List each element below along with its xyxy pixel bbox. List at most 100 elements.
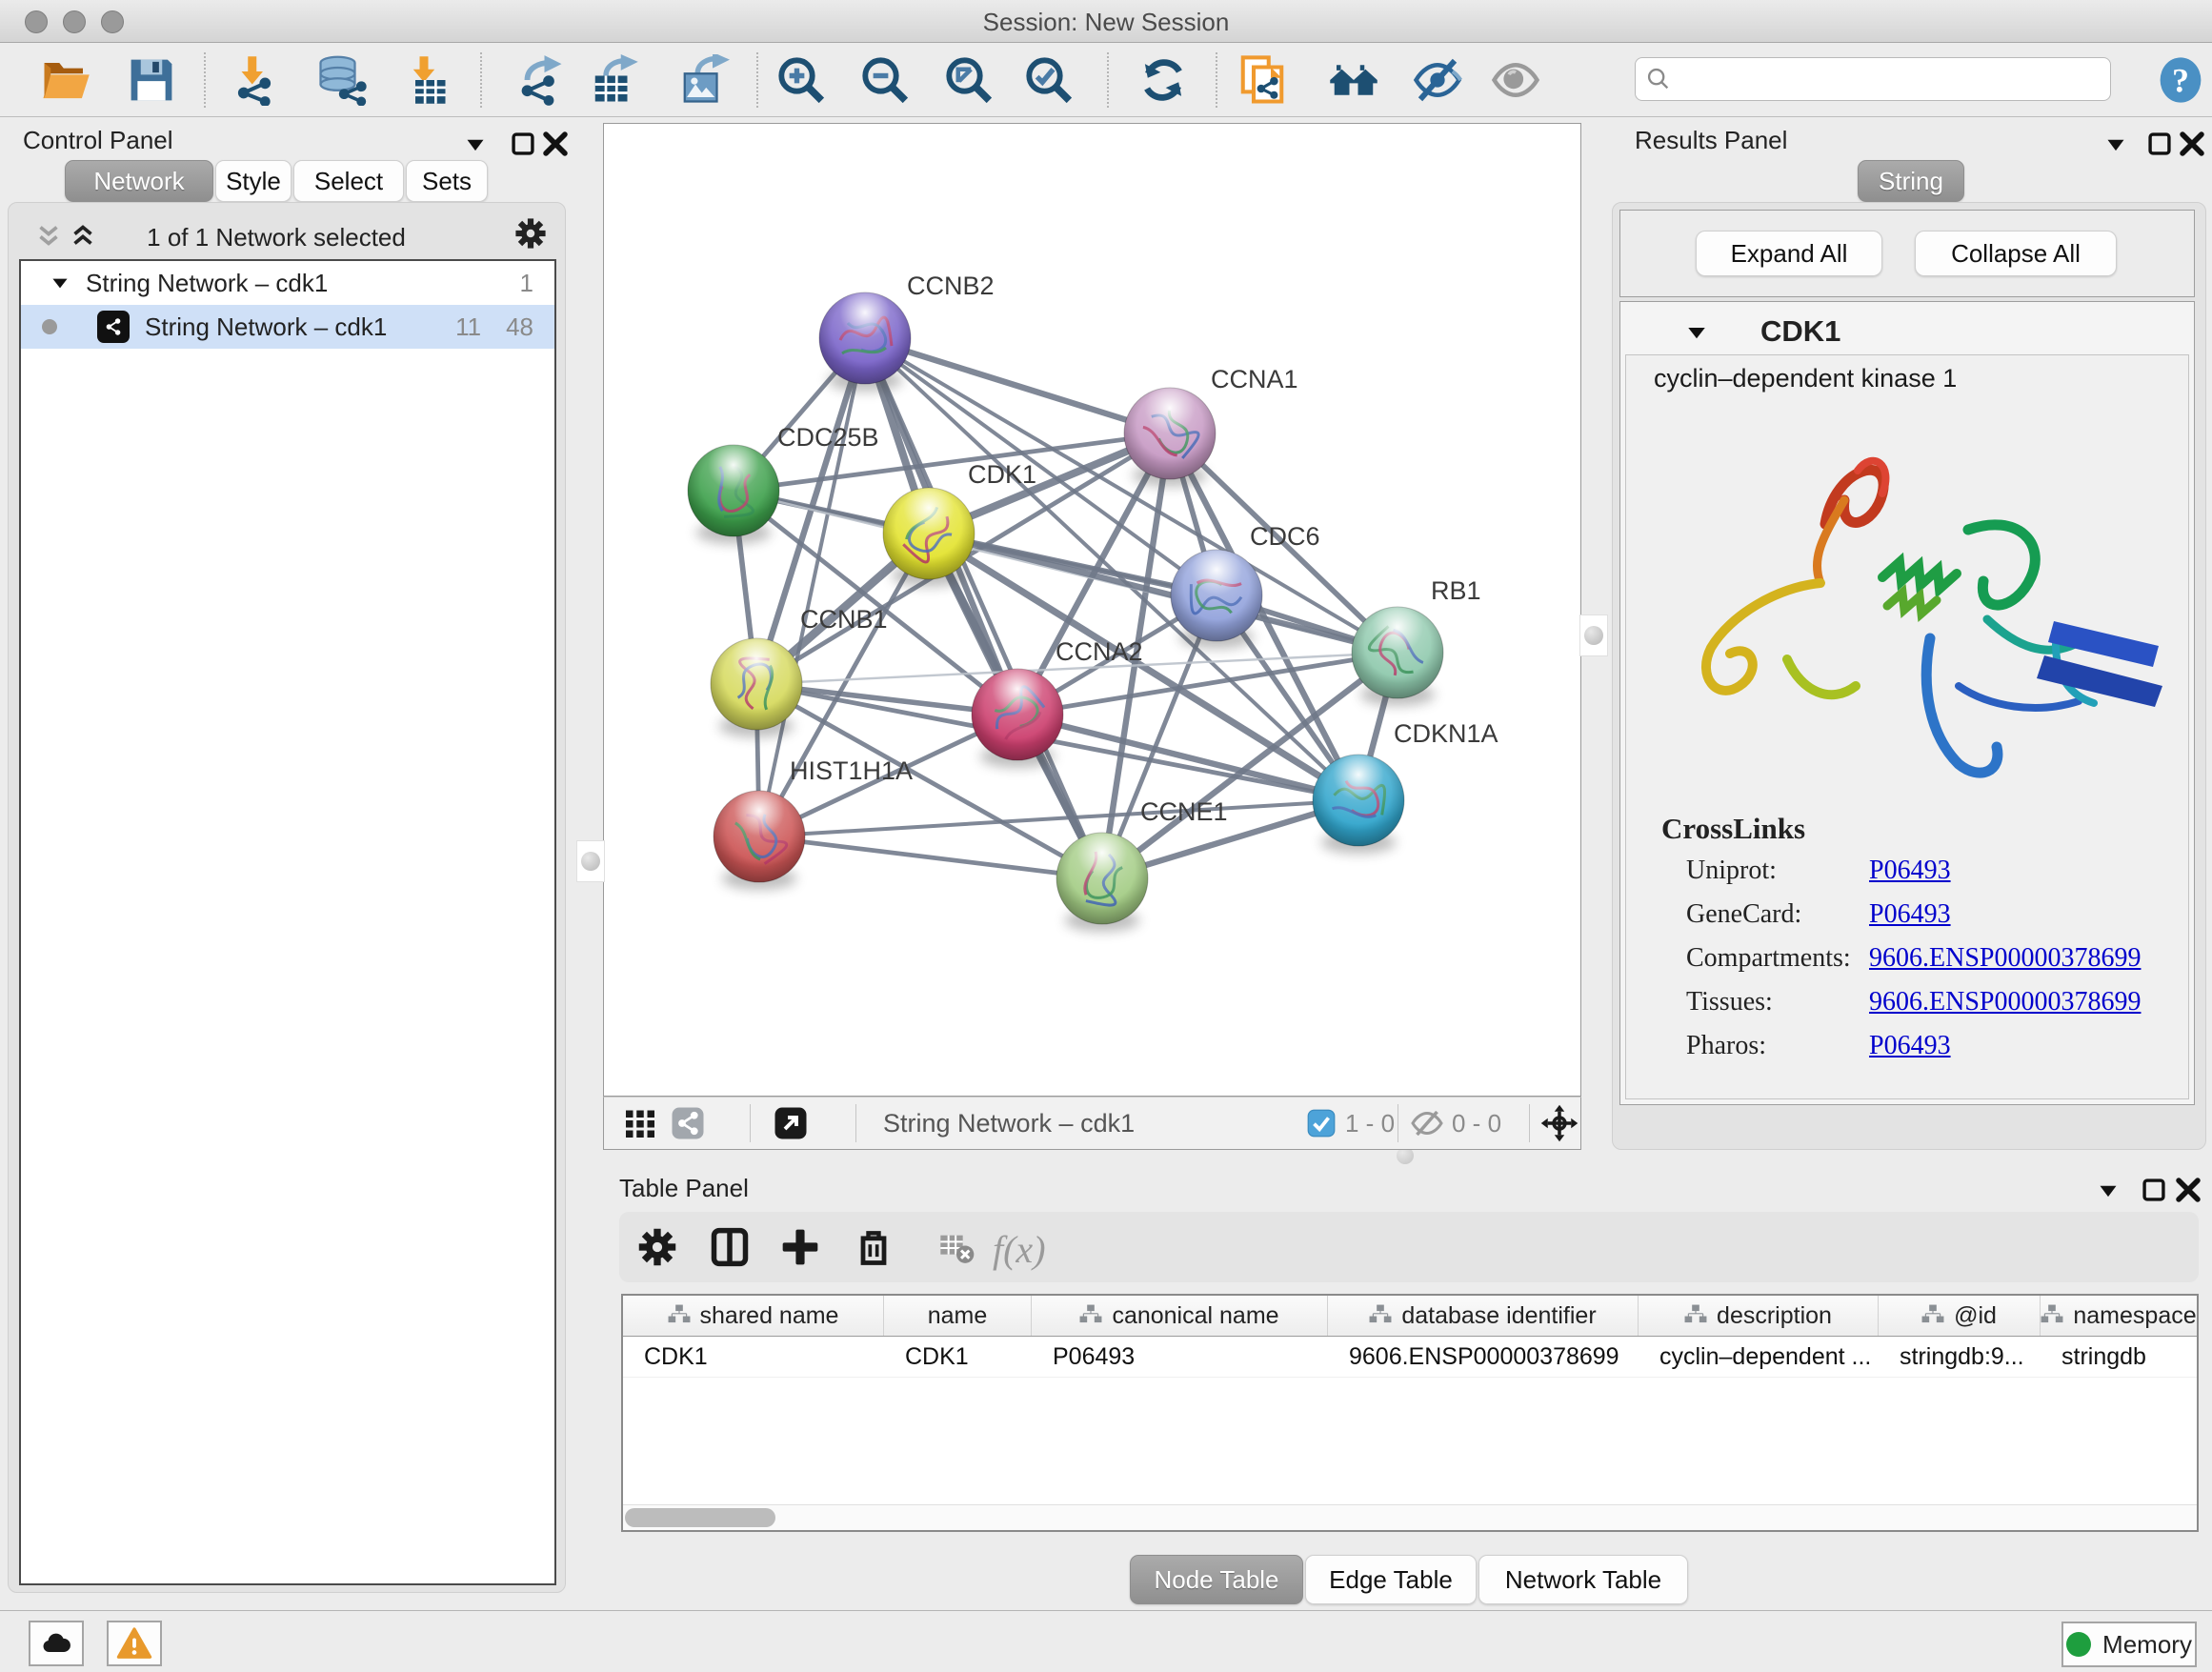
network-canvas[interactable]: CCNB2CCNA1CDC25BCDK1CDC6RB1CCNB1CCNA2CDK… [603,123,1581,1097]
collection-expand-icon[interactable] [48,271,72,295]
search-input[interactable] [1672,65,2101,93]
tab-node-table[interactable]: Node Table [1130,1555,1303,1604]
grid-mode-icon[interactable] [623,1106,657,1140]
network-node[interactable] [711,638,802,737]
column-header-canonical-name[interactable]: canonical name [1032,1296,1328,1336]
import-network-from-database-icon[interactable] [316,54,368,106]
network-node[interactable] [1313,755,1404,854]
network-node[interactable] [883,488,975,587]
network-node[interactable] [714,791,805,890]
network-graph[interactable]: CCNB2CCNA1CDC25BCDK1CDC6RB1CCNB1CCNA2CDK… [604,124,1580,1096]
tab-network[interactable]: Network [65,160,213,202]
column-header-id[interactable]: @id [1879,1296,2041,1336]
tab-edge-table[interactable]: Edge Table [1305,1555,1477,1604]
network-node[interactable] [1171,550,1262,649]
crosslink-value[interactable]: 9606.ENSP00000378699 [1869,943,2141,974]
export-table-icon[interactable] [589,54,640,106]
results-panel-float-icon[interactable] [2143,128,2176,160]
table-horizontal-scrollbar[interactable] [623,1504,2197,1530]
network-edge[interactable] [759,800,1358,836]
network-edge[interactable] [929,534,1398,653]
column-header-shared-name[interactable]: shared name [623,1296,884,1336]
create-column-icon[interactable] [779,1226,821,1268]
cell-shared-name[interactable]: CDK1 [623,1337,884,1377]
string-documents-icon[interactable] [1237,54,1288,106]
zoom-selected-icon[interactable] [1023,54,1075,106]
import-table-icon[interactable] [398,54,450,106]
results-panel-close-icon[interactable] [2176,128,2208,160]
table-panel-menu-icon[interactable] [2092,1174,2124,1206]
network-edge[interactable] [865,338,1102,878]
tab-sets[interactable]: Sets [406,160,488,202]
table-settings-gear-icon[interactable] [636,1226,678,1268]
refresh-icon[interactable] [1137,54,1189,106]
expand-all-networks-icon[interactable] [67,219,99,252]
cell-description[interactable]: cyclin–dependent ... [1639,1337,1879,1377]
export-image-icon[interactable] [678,54,730,106]
network-node[interactable] [1124,388,1216,487]
cloud-tasks-button[interactable] [29,1621,84,1666]
network-node[interactable] [688,445,779,544]
control-panel-float-icon[interactable] [507,128,539,160]
birds-eye-view-icon[interactable] [774,1106,808,1140]
network-node[interactable] [1056,833,1148,932]
network-edge[interactable] [865,338,1170,433]
network-collection-row[interactable]: String Network – cdk1 1 [21,261,554,305]
search-field[interactable] [1635,57,2111,101]
gene-collapse-icon[interactable] [1682,318,1711,347]
fit-content-move-icon[interactable] [1539,1103,1579,1143]
column-header-name[interactable]: name [884,1296,1032,1336]
network-node[interactable] [972,669,1063,768]
help-icon[interactable]: ? [2155,54,2206,106]
warnings-button[interactable] [107,1621,162,1666]
bottom-splitter-handle[interactable] [1395,1149,1416,1162]
selected-checkbox-icon[interactable] [1307,1109,1336,1138]
zoom-in-icon[interactable] [775,54,827,106]
network-node[interactable] [819,292,911,392]
right-splitter-handle[interactable] [1579,614,1608,656]
table-panel-float-icon[interactable] [2138,1174,2170,1206]
import-network-icon[interactable] [229,54,280,106]
export-network-icon[interactable] [514,54,566,106]
results-panel-menu-icon[interactable] [2100,128,2132,160]
cell-namespace[interactable]: stringdb [2041,1337,2197,1377]
network-node[interactable] [1352,607,1443,706]
control-panel-close-icon[interactable] [539,128,572,160]
control-panel-menu-icon[interactable] [459,128,492,160]
crosslink-value[interactable]: 9606.ENSP00000378699 [1869,987,2141,1017]
collapse-all-networks-icon[interactable] [32,219,65,252]
zoom-fit-icon[interactable] [943,54,995,106]
memory-button[interactable]: Memory [2061,1622,2197,1667]
cell-database-identifier[interactable]: 9606.ENSP00000378699 [1328,1337,1639,1377]
homes-icon[interactable] [1328,54,1379,106]
network-row-selected[interactable]: String Network – cdk1 11 48 [21,305,554,349]
crosslink-value[interactable]: P06493 [1869,856,1951,886]
save-session-icon[interactable] [126,54,177,106]
crosslink-value[interactable]: P06493 [1869,899,1951,930]
cell-id[interactable]: stringdb:9... [1879,1337,2041,1377]
delete-column-icon[interactable] [853,1226,895,1268]
collapse-all-button[interactable]: Collapse All [1915,231,2117,276]
table-panel-close-icon[interactable] [2172,1174,2204,1206]
tab-network-table[interactable]: Network Table [1478,1555,1688,1604]
left-splitter-handle[interactable] [576,840,605,882]
tab-style[interactable]: Style [215,160,292,202]
expand-all-button[interactable]: Expand All [1696,231,1882,276]
crosslink-value[interactable]: P06493 [1869,1031,1951,1061]
network-options-gear-icon[interactable] [514,217,547,250]
network-edge[interactable] [759,836,1102,878]
tab-string-results[interactable]: String [1858,160,1964,202]
network-view-type-icon[interactable] [671,1106,705,1140]
open-session-icon[interactable] [40,54,91,106]
cell-name[interactable]: CDK1 [884,1337,1032,1377]
cell-canonical-name[interactable]: P06493 [1032,1337,1328,1377]
column-header-database-identifier[interactable]: database identifier [1328,1296,1639,1336]
tab-select[interactable]: Select [293,160,404,202]
show-graphics-icon[interactable] [1490,54,1541,106]
column-header-description[interactable]: description [1639,1296,1879,1336]
column-header-namespace[interactable]: namespace [2041,1296,2197,1336]
zoom-out-icon[interactable] [859,54,911,106]
hide-unhide-icon[interactable] [1412,54,1463,106]
table-row[interactable]: CDK1 CDK1 P06493 9606.ENSP00000378699 cy… [623,1337,2197,1378]
show-columns-icon[interactable] [709,1226,751,1268]
